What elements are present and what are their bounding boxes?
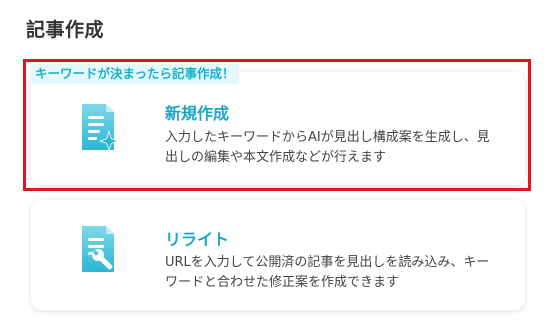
document-wrench-icon — [79, 224, 119, 276]
rewrite-description: URLを入力して公開済の記事を見出しを読み込み、キーワードと合わせた修正案を作成… — [165, 255, 490, 290]
section-title: 記事作成 — [26, 19, 105, 41]
rewrite-card[interactable]: リライト URLを入力して公開済の記事を見出しを読み込み、キーワードと合わせた修… — [31, 200, 525, 310]
callout-badge: キーワードが決まったら記事作成！ — [31, 64, 239, 84]
rewrite-title: リライト — [165, 230, 230, 249]
